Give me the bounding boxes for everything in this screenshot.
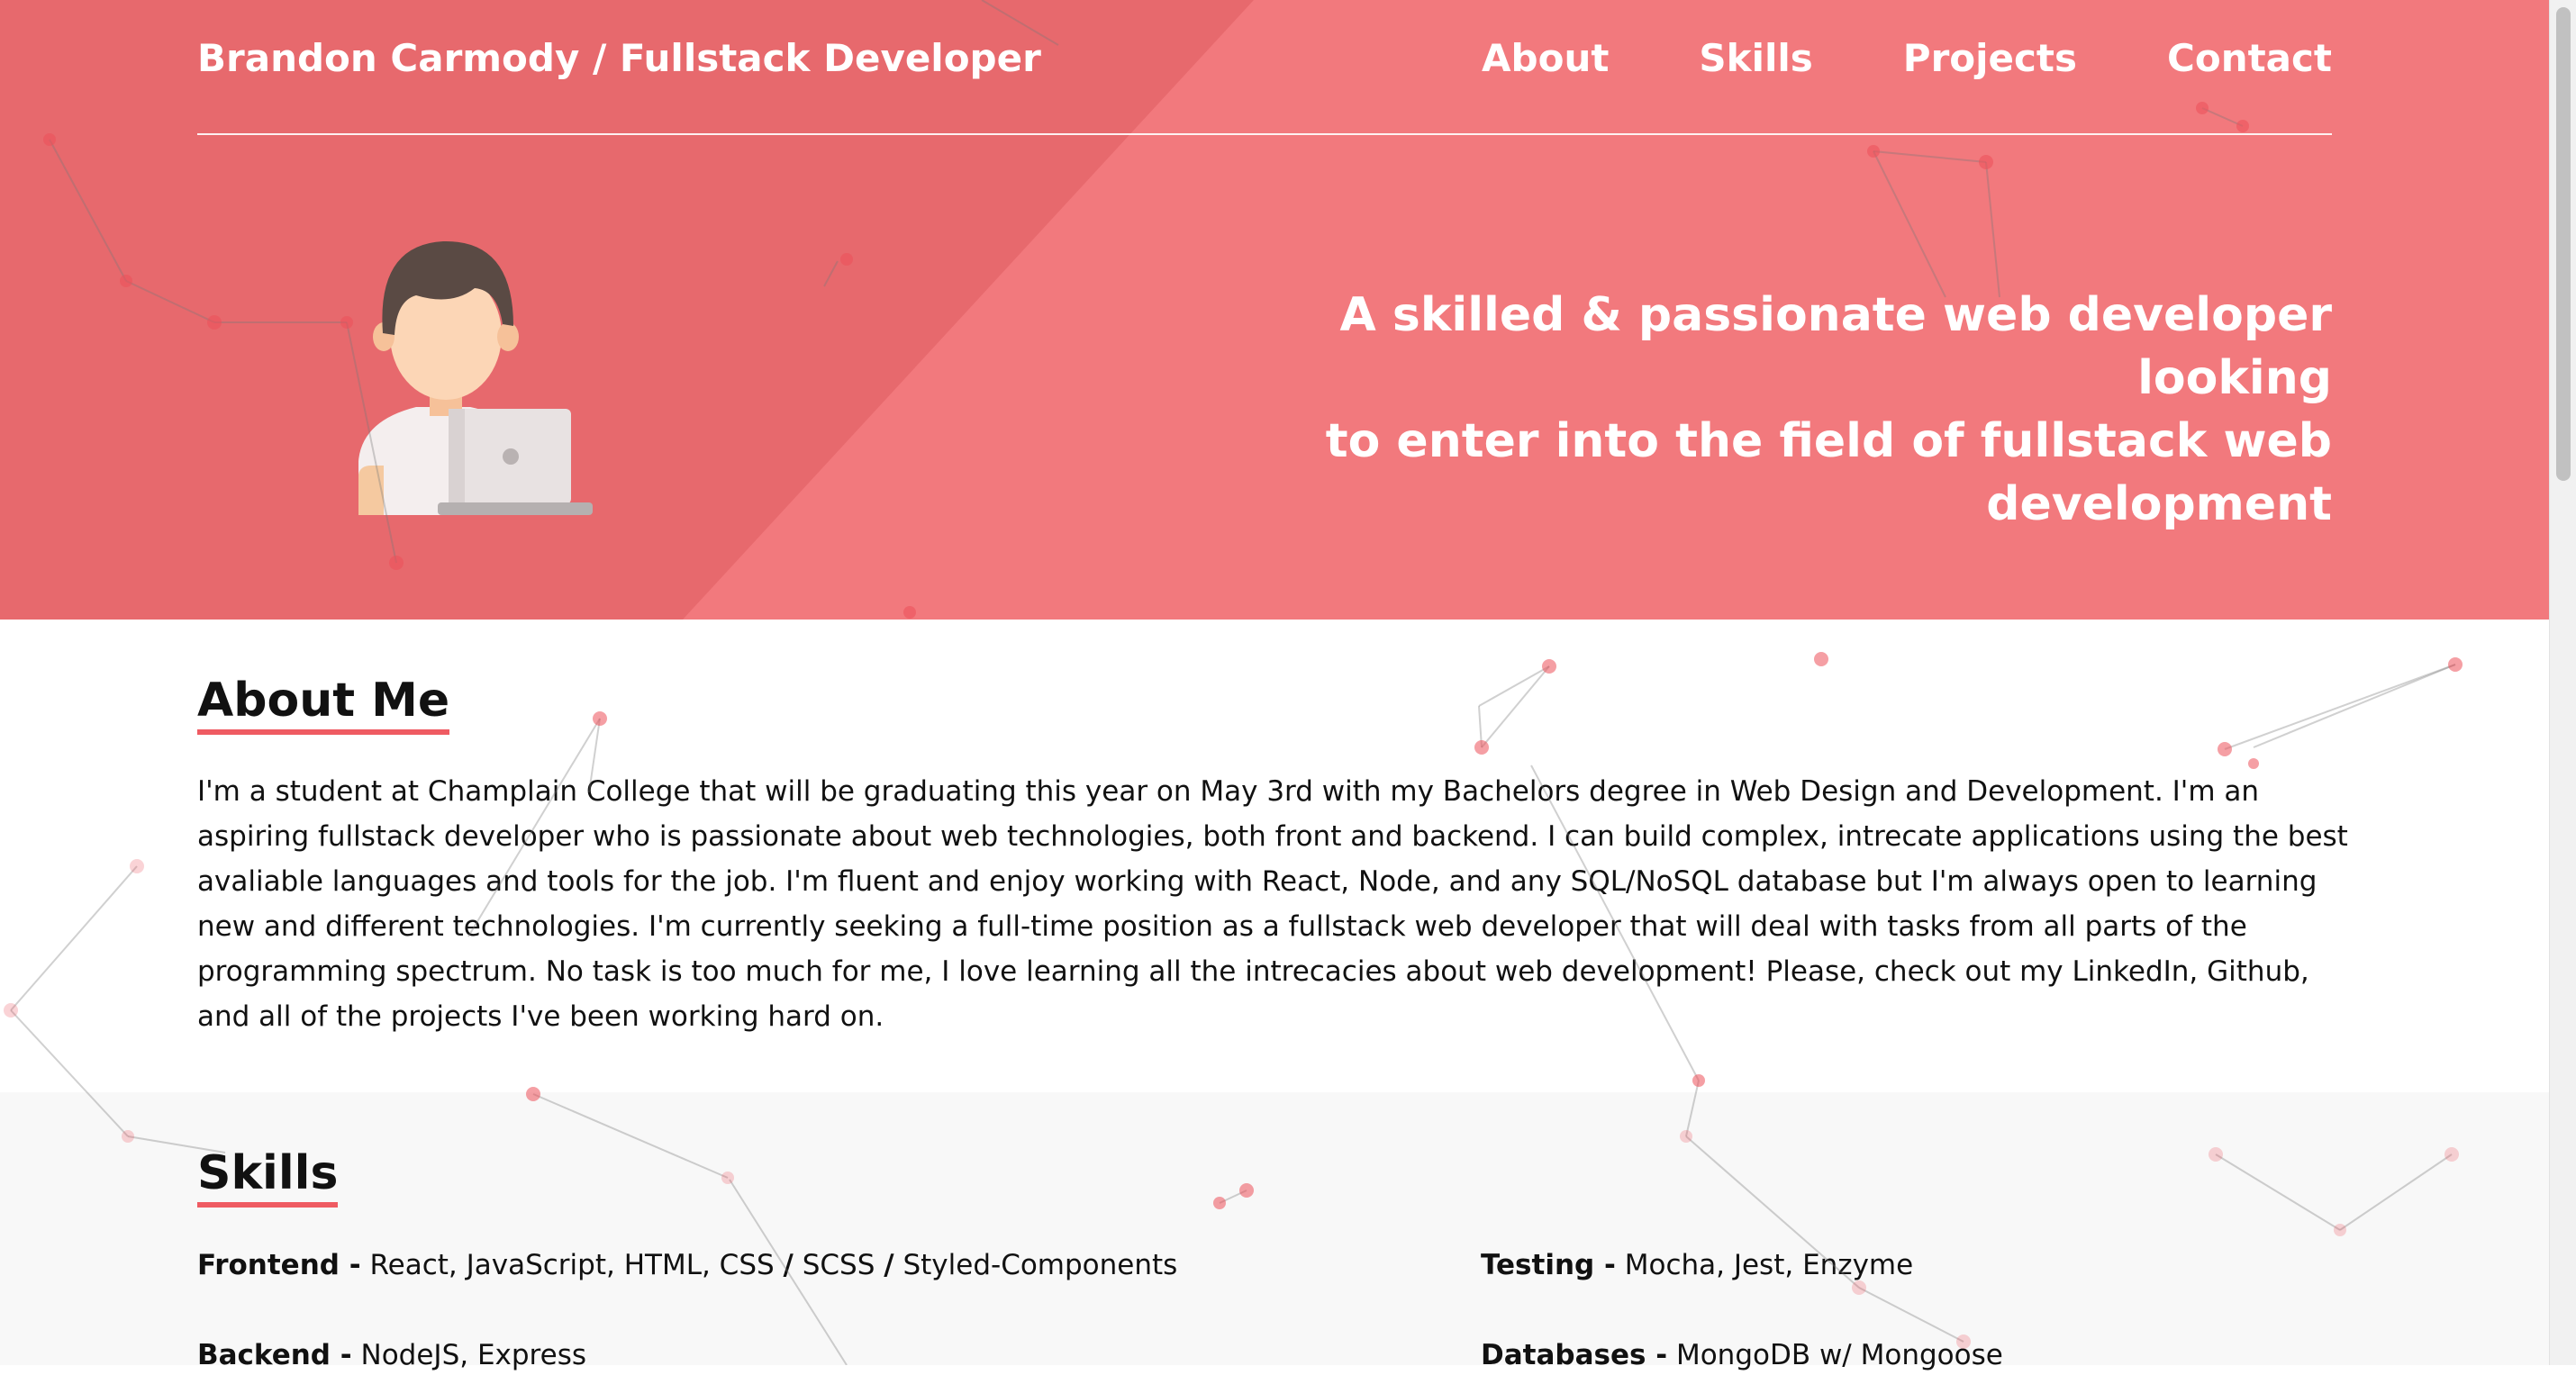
about-section: About Me I'm a student at Champlain Coll… — [0, 620, 2549, 1092]
developer-avatar-icon — [353, 236, 605, 515]
nav-projects-link[interactable]: Projects — [1903, 36, 2077, 80]
site-brand[interactable]: Brandon Carmody / Fullstack Developer — [197, 36, 1041, 80]
skill-frontend: Frontend - React, JavaScript, HTML, CSS … — [197, 1245, 1177, 1285]
skill-databases: Databases - MongoDB w/ Mongoose — [1481, 1335, 2003, 1375]
skill-label: Frontend - — [197, 1249, 361, 1281]
tagline-line: development — [1986, 477, 2332, 531]
skill-value: Styled-Components — [903, 1249, 1178, 1281]
skill-value: Mocha, Jest, Enzyme — [1624, 1249, 1914, 1281]
skill-value: NodeJS, Express — [360, 1339, 586, 1371]
skill-label: Testing - — [1481, 1249, 1616, 1281]
skills-section: Skills Frontend - React, JavaScript, HTM… — [0, 1092, 2549, 1371]
hero-tagline: A skilled & passionate web developer loo… — [1188, 284, 2332, 536]
top-navigation: Brandon Carmody / Fullstack Developer Ab… — [197, 0, 2332, 135]
nav-skills-link[interactable]: Skills — [1699, 36, 1812, 80]
skill-value: SCSS — [802, 1249, 875, 1281]
nav-menu: About Skills Projects Contact — [1482, 36, 2332, 80]
skill-label: Backend - — [197, 1339, 352, 1371]
skill-separator: / — [783, 1249, 794, 1281]
hero-banner: Brandon Carmody / Fullstack Developer Ab… — [0, 0, 2549, 620]
tagline-line: A skilled & passionate web developer loo… — [1339, 288, 2332, 405]
scrollbar-thumb[interactable] — [2556, 7, 2571, 481]
skill-value: MongoDB w/ Mongoose — [1675, 1339, 2003, 1371]
nav-contact-link[interactable]: Contact — [2167, 36, 2332, 80]
skill-separator: / — [884, 1249, 894, 1281]
about-title: About Me — [197, 674, 450, 735]
skill-value: React, JavaScript, HTML, CSS — [369, 1249, 775, 1281]
skill-label: Databases - — [1481, 1339, 1668, 1371]
skills-title: Skills — [197, 1146, 339, 1208]
skill-backend: Backend - NodeJS, Express — [197, 1335, 586, 1375]
tagline-line: to enter into the field of fullstack web — [1325, 414, 2332, 468]
skill-testing: Testing - Mocha, Jest, Enzyme — [1481, 1245, 1913, 1285]
nav-about-link[interactable]: About — [1482, 36, 1609, 80]
about-paragraph: I'm a student at Champlain College that … — [197, 775, 2348, 1033]
page-scrollbar[interactable] — [2549, 0, 2576, 1365]
